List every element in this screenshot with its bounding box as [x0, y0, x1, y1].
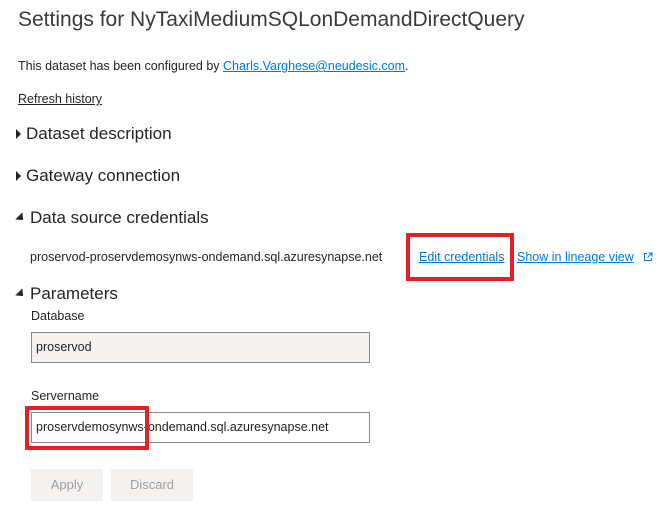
section-label: Data source credentials: [30, 208, 209, 227]
caret-right-icon: [16, 171, 21, 181]
servername-label: Servername: [31, 389, 100, 403]
database-field[interactable]: proservod: [31, 332, 370, 363]
configured-by-text: This dataset has been configured by Char…: [18, 59, 408, 73]
section-dataset-description[interactable]: Dataset description: [16, 124, 172, 144]
section-parameters[interactable]: Parameters: [15, 284, 118, 304]
caret-right-icon: [16, 129, 21, 139]
owner-email-link[interactable]: Charls.Varghese@neudesic.com: [223, 59, 405, 73]
configured-by-prefix: This dataset has been configured by: [18, 59, 223, 73]
caret-down-icon: [15, 288, 27, 300]
show-in-lineage-view-link[interactable]: Show in lineage view: [517, 250, 634, 264]
database-label: Database: [31, 309, 85, 323]
refresh-history-link[interactable]: Refresh history: [18, 92, 102, 106]
section-label: Gateway connection: [26, 166, 181, 185]
external-link-icon[interactable]: [643, 252, 653, 262]
page-title: Settings for NyTaxiMediumSQLonDemandDire…: [18, 8, 525, 31]
discard-button[interactable]: Discard: [111, 469, 193, 501]
highlight-box-edit-credentials: [406, 233, 514, 281]
section-gateway-connection[interactable]: Gateway connection: [16, 166, 180, 186]
section-label: Parameters: [30, 284, 118, 303]
section-data-source-credentials[interactable]: Data source credentials: [15, 208, 209, 228]
configured-by-suffix: .: [405, 59, 409, 73]
highlight-box-servername: [25, 406, 149, 450]
section-label: Dataset description: [26, 124, 172, 143]
credential-source-name: proservod-proservdemosynws-ondemand.sql.…: [30, 250, 383, 264]
apply-button[interactable]: Apply: [31, 469, 103, 501]
caret-down-icon: [15, 212, 27, 224]
